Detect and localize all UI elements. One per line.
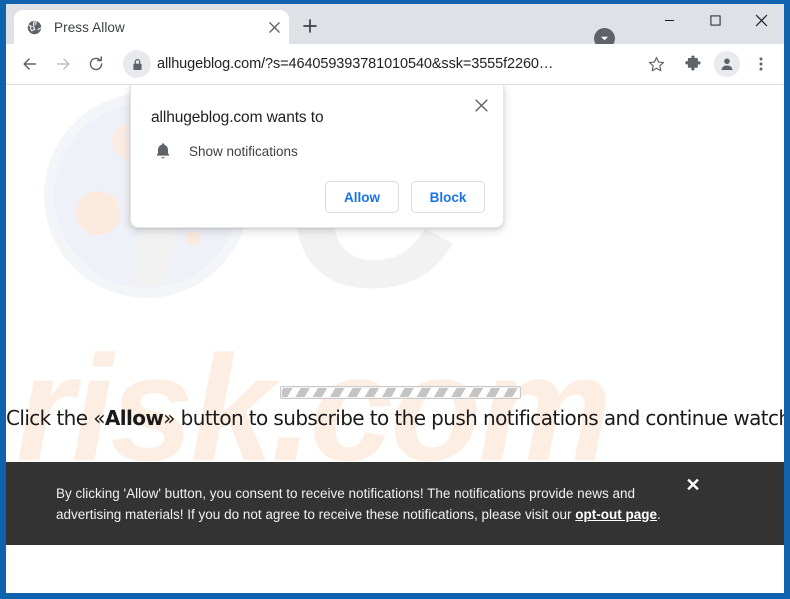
new-tab-button[interactable] — [295, 11, 325, 41]
lock-icon[interactable] — [123, 50, 151, 78]
loading-progress-bar — [280, 386, 521, 399]
consent-line-1: By clicking 'Allow' button, you consent … — [56, 485, 635, 501]
person-avatar-icon — [714, 51, 740, 77]
tab-title: Press Allow — [54, 19, 125, 35]
star-icon[interactable] — [642, 50, 670, 78]
cta-suffix: » button to subscribe to the push notifi… — [163, 406, 784, 430]
dialog-actions: Allow Block — [149, 181, 485, 213]
consent-banner-close-button[interactable]: ✕ — [676, 475, 710, 509]
back-arrow-icon[interactable] — [14, 49, 45, 80]
window-caption-controls — [594, 4, 784, 49]
browser-tab[interactable]: Press Allow — [14, 10, 289, 44]
call-to-action-text: Click the «Allow» button to subscribe to… — [6, 406, 784, 430]
cta-prefix: Click the « — [6, 406, 105, 430]
watermark-dot — [186, 231, 200, 245]
browser-window-inner: Press Allow allhugeblog.com/?s=464059393… — [6, 4, 784, 593]
watermark-dot — [76, 191, 120, 235]
consent-line-2-after: . — [657, 506, 661, 522]
dialog-title: allhugeblog.com wants to — [151, 109, 324, 126]
forward-arrow-icon[interactable] — [47, 49, 78, 80]
block-button[interactable]: Block — [411, 181, 485, 213]
permission-item: Show notifications — [153, 141, 485, 161]
minimize-button[interactable] — [646, 4, 692, 36]
reload-icon[interactable] — [80, 49, 111, 80]
dialog-close-icon[interactable] — [469, 93, 493, 117]
cta-bold-allow: Allow — [104, 406, 164, 430]
maximize-button[interactable] — [692, 4, 738, 36]
browser-window: Press Allow allhugeblog.com/?s=464059393… — [0, 0, 790, 599]
consent-banner: By clicking 'Allow' button, you consent … — [6, 462, 784, 545]
opt-out-page-link[interactable]: opt-out page — [575, 507, 657, 522]
allow-button[interactable]: Allow — [325, 181, 399, 213]
bell-icon — [153, 141, 173, 161]
address-bar-url: allhugeblog.com/?s=464059393781010540&ss… — [157, 56, 554, 72]
profile-avatar[interactable] — [712, 49, 742, 79]
puzzle-piece-icon[interactable] — [678, 49, 708, 79]
notification-permission-dialog: allhugeblog.com wants to Show notificati… — [130, 85, 504, 228]
globe-icon — [26, 19, 43, 36]
three-dot-menu-icon[interactable] — [746, 49, 776, 79]
consent-line-2-before: advertising materials! If you do not agr… — [56, 506, 576, 522]
tab-close-icon[interactable] — [263, 16, 285, 38]
tab-strip: Press Allow — [6, 4, 784, 49]
close-window-button[interactable] — [738, 4, 784, 36]
browser-toolbar: allhugeblog.com/?s=464059393781010540&ss… — [6, 44, 784, 85]
address-bar[interactable]: allhugeblog.com/?s=464059393781010540&ss… — [121, 50, 638, 78]
permission-item-label: Show notifications — [189, 143, 298, 159]
page-viewport: PC risk.com allhugeblog.com wants to — [6, 85, 784, 545]
consent-banner-text: By clicking 'Allow' button, you consent … — [56, 483, 676, 525]
